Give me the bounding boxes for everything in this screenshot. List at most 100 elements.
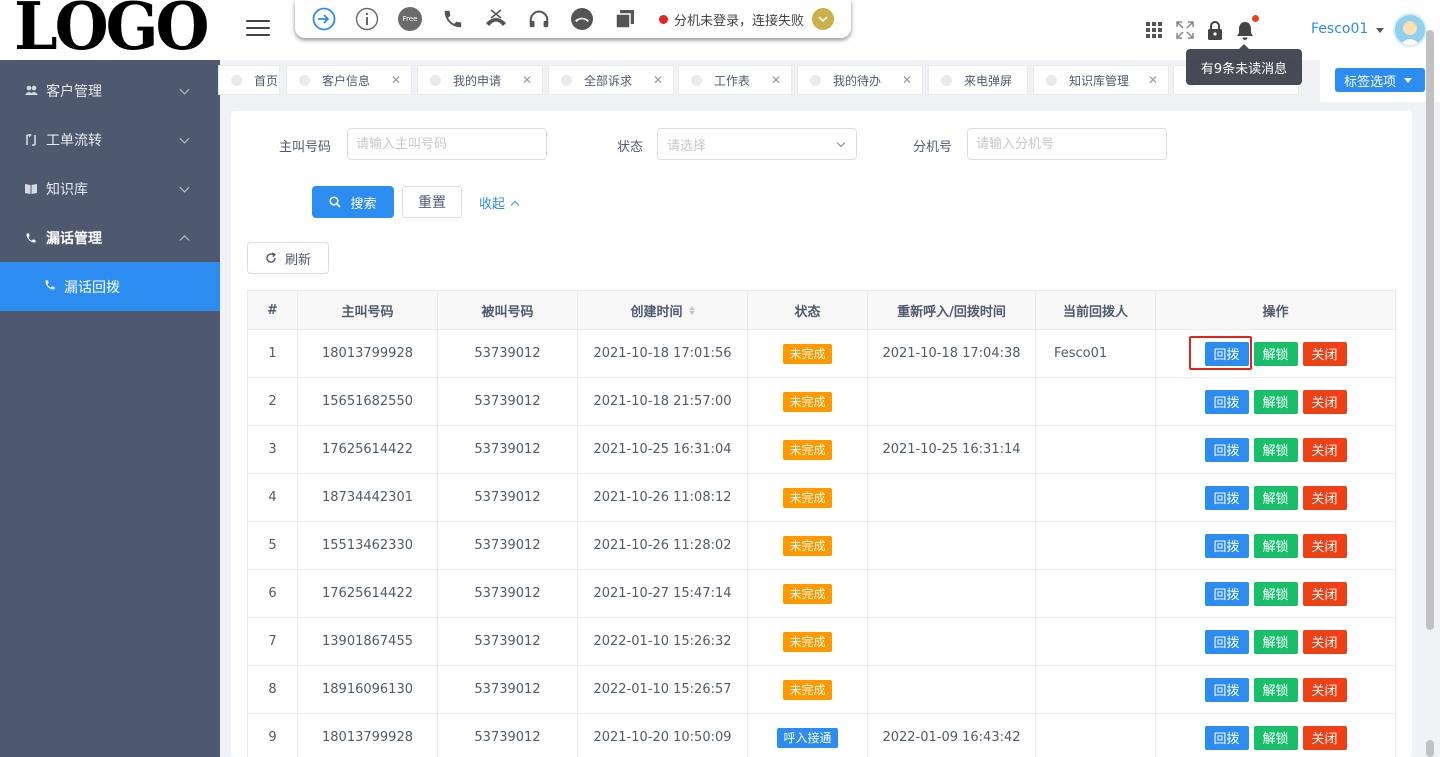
unlock-button[interactable]: 解锁 xyxy=(1253,437,1298,462)
collapse-link[interactable]: 收起 xyxy=(479,193,520,212)
caret-down-icon[interactable] xyxy=(1376,28,1384,33)
unlock-button[interactable]: 解锁 xyxy=(1253,725,1298,750)
unlock-button[interactable]: 解锁 xyxy=(1253,341,1298,366)
status-cell: 未完成 xyxy=(748,474,868,521)
phone-icon[interactable] xyxy=(440,6,466,32)
close-icon[interactable]: ✕ xyxy=(522,73,532,87)
close-button[interactable]: 关闭 xyxy=(1302,677,1347,702)
headset-icon[interactable] xyxy=(526,6,552,32)
apps-icon[interactable] xyxy=(1144,20,1164,40)
sort-icon[interactable] xyxy=(688,305,695,315)
unlock-button[interactable]: 解锁 xyxy=(1253,485,1298,510)
sidebar-subitem-label: 漏话回拨 xyxy=(64,279,120,296)
extension-input[interactable] xyxy=(967,128,1167,160)
tab-my-todo[interactable]: 我的待办 ✕ xyxy=(797,65,923,95)
unlock-button[interactable]: 解锁 xyxy=(1253,389,1298,414)
menu-toggle-icon[interactable] xyxy=(246,20,270,38)
close-icon[interactable]: ✕ xyxy=(391,73,401,87)
close-button[interactable]: 关闭 xyxy=(1302,533,1347,558)
tab-incoming-popup[interactable]: 来电弹屏 xyxy=(928,65,1028,95)
close-button[interactable]: 关闭 xyxy=(1302,629,1347,654)
callback-button[interactable]: 回拨 xyxy=(1204,581,1249,606)
tab-all-appeals[interactable]: 全部诉求 ✕ xyxy=(548,65,674,95)
tab-dot xyxy=(231,74,242,86)
callee-number: 53739012 xyxy=(438,714,578,757)
close-button[interactable]: 关闭 xyxy=(1302,581,1347,606)
chevron-down-icon xyxy=(836,138,846,148)
sidebar-subitem-missed-callback[interactable]: 漏话回拨 xyxy=(0,262,220,311)
reset-button[interactable]: 重置 xyxy=(402,186,462,218)
callback-button[interactable]: 回拨 xyxy=(1204,677,1249,702)
callback-button[interactable]: 回拨 xyxy=(1204,629,1249,654)
unlock-button[interactable]: 解锁 xyxy=(1253,677,1298,702)
column-header-created[interactable]: 创建时间 xyxy=(578,291,748,329)
column-header-label: 创建时间 xyxy=(630,304,683,320)
caller-number: 15651682550 xyxy=(298,378,438,425)
sidebar-item-missed-calls[interactable]: 漏话管理 xyxy=(0,213,220,262)
tab-my-requests[interactable]: 我的申请 ✕ xyxy=(417,65,543,95)
current-handler xyxy=(1036,666,1156,713)
table-row: 5 15513462330 53739012 2021-10-26 11:28:02 未… xyxy=(248,522,1395,570)
sidebar-item-customer[interactable]: 客户管理 xyxy=(0,66,220,115)
expand-icon[interactable] xyxy=(812,8,835,30)
sign-in-icon[interactable] xyxy=(311,6,337,32)
hangup-icon[interactable] xyxy=(569,6,595,32)
close-button[interactable]: 关闭 xyxy=(1302,389,1347,414)
recall-time xyxy=(868,474,1036,521)
transfer-icon[interactable] xyxy=(483,6,509,32)
callback-button[interactable]: 回拨 xyxy=(1204,437,1249,462)
current-handler xyxy=(1036,618,1156,665)
tab-worksheet[interactable]: 工作表 ✕ xyxy=(678,65,792,95)
tab-dot xyxy=(941,74,952,86)
phone-icon xyxy=(44,279,56,294)
close-icon[interactable]: ✕ xyxy=(653,73,663,87)
free-icon[interactable]: Free xyxy=(397,6,423,32)
tab-home[interactable]: 首页 xyxy=(218,65,280,95)
close-icon[interactable]: ✕ xyxy=(771,73,781,87)
refresh-button[interactable]: 刷新 xyxy=(247,242,329,274)
close-button[interactable]: 关闭 xyxy=(1302,485,1347,510)
status-badge: 未完成 xyxy=(783,679,832,700)
tab-knowledge-admin[interactable]: 知识库管理 ✕ xyxy=(1033,65,1169,95)
unlock-button[interactable]: 解锁 xyxy=(1253,533,1298,558)
close-icon[interactable]: ✕ xyxy=(902,73,912,87)
table-row: 3 17625614422 53739012 2021-10-25 16:31:04 未… xyxy=(248,426,1395,474)
user-name[interactable]: Fesco01 xyxy=(1311,21,1368,37)
tab-dot xyxy=(561,74,572,86)
tab-customer-info[interactable]: 客户信息 ✕ xyxy=(286,65,412,95)
status-badge: 未完成 xyxy=(783,535,832,556)
scrollbar[interactable] xyxy=(1426,30,1434,630)
unlock-button[interactable]: 解锁 xyxy=(1253,581,1298,606)
callback-button[interactable]: 回拨 xyxy=(1204,485,1249,510)
sidebar-item-knowledge[interactable]: 知识库 xyxy=(0,164,220,213)
close-button[interactable]: 关闭 xyxy=(1302,341,1347,366)
status-badge: 未完成 xyxy=(783,631,832,652)
column-header: 操作 xyxy=(1156,291,1395,329)
avatar[interactable] xyxy=(1393,13,1427,47)
close-button[interactable]: 关闭 xyxy=(1302,437,1347,462)
close-icon[interactable]: ✕ xyxy=(1148,73,1158,87)
caller-input[interactable] xyxy=(347,128,547,160)
status-select[interactable]: 请选择 xyxy=(657,128,857,160)
close-button[interactable]: 关闭 xyxy=(1302,725,1347,750)
callback-button[interactable]: 回拨 xyxy=(1204,533,1249,558)
status-cell: 未完成 xyxy=(748,330,868,377)
unlock-button[interactable]: 解锁 xyxy=(1253,629,1298,654)
row-number: 7 xyxy=(248,618,298,665)
fullscreen-icon[interactable] xyxy=(1175,20,1195,40)
callback-button[interactable]: 回拨 xyxy=(1204,389,1249,414)
search-button[interactable]: 搜索 xyxy=(312,186,394,218)
lock-icon[interactable] xyxy=(1205,20,1225,40)
status-cell: 未完成 xyxy=(748,618,868,665)
sidebar-item-workorder[interactable]: 工单流转 xyxy=(0,115,220,164)
row-number: 5 xyxy=(248,522,298,569)
scrollbar-lower[interactable] xyxy=(1426,740,1434,757)
book-icon xyxy=(24,182,38,196)
callback-button[interactable]: 回拨 xyxy=(1204,341,1249,366)
copy-icon[interactable] xyxy=(612,6,638,32)
current-handler xyxy=(1036,378,1156,425)
callback-button[interactable]: 回拨 xyxy=(1204,725,1249,750)
bell-icon[interactable] xyxy=(1235,15,1259,40)
info-icon[interactable] xyxy=(354,6,380,32)
tab-options-button[interactable]: 标签选项 xyxy=(1335,68,1425,92)
